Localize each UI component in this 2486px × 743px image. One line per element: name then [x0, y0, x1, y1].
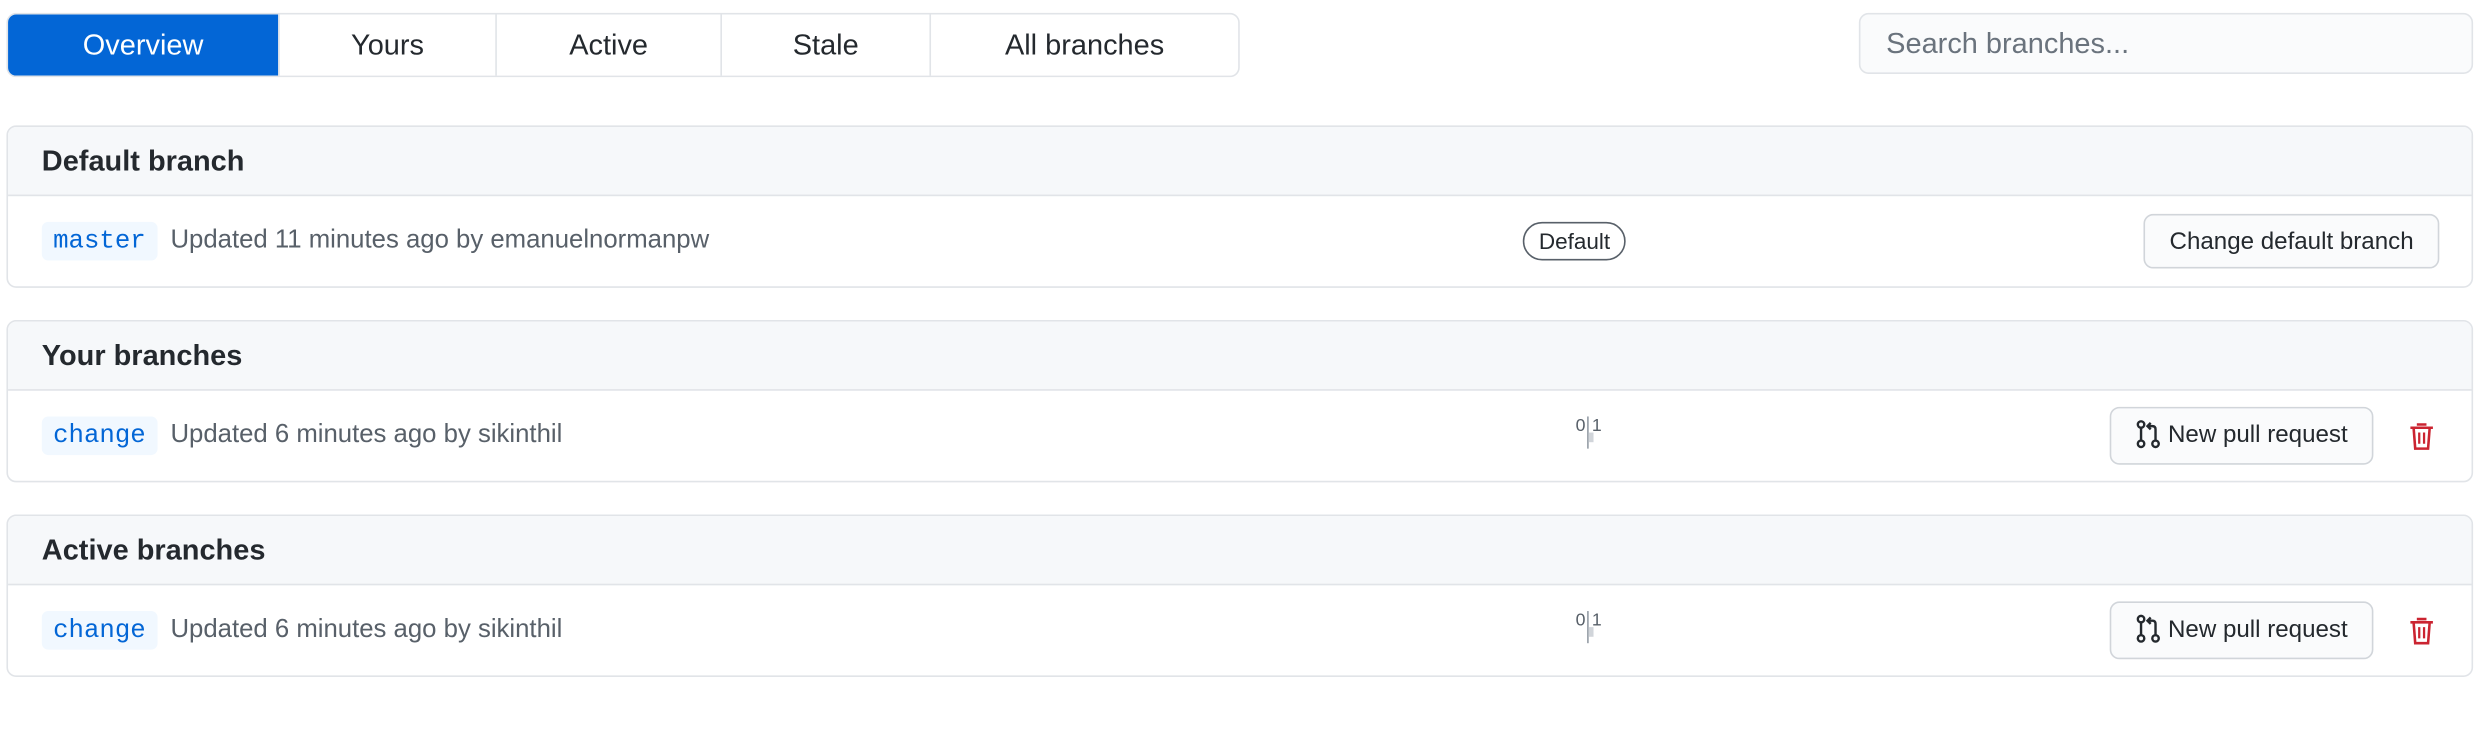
branch-filter-tabs: Overview Yours Active Stale All branches	[6, 12, 1240, 78]
behind-count: 0	[1575, 416, 1586, 436]
tab-yours[interactable]: Yours	[278, 14, 495, 76]
new-pull-request-label: New pull request	[2168, 615, 2348, 644]
ahead-behind-indicator: 0 1	[1557, 416, 1621, 451]
branch-name-link[interactable]: change	[41, 611, 157, 650]
branch-updated-text: Updated 6 minutes ago by sikinthil	[170, 421, 563, 449]
branch-updated-text: Updated 11 minutes ago by emanuelnormanp…	[170, 226, 710, 255]
default-branch-heading: Default branch	[8, 127, 2472, 197]
branch-row: master Updated 11 minutes ago by emanuel…	[8, 196, 2471, 286]
branch-name-link[interactable]: change	[41, 416, 157, 456]
new-pull-request-button[interactable]: New pull request	[2110, 601, 2374, 660]
branches-toolbar: Overview Yours Active Stale All branches	[6, 12, 2474, 78]
your-branches-heading: Your branches	[8, 321, 2472, 391]
tab-overview[interactable]: Overview	[8, 14, 279, 76]
default-badge: Default	[1522, 221, 1627, 261]
branch-row: change Updated 6 minutes ago by sikinthi…	[8, 585, 2471, 675]
tab-stale[interactable]: Stale	[720, 14, 929, 76]
new-pull-request-button[interactable]: New pull request	[2110, 406, 2374, 465]
ahead-count: 1	[1591, 416, 1602, 436]
trash-icon[interactable]	[2406, 614, 2438, 646]
default-branch-box: Default branch master Updated 11 minutes…	[6, 125, 2474, 288]
ahead-behind-indicator: 0 1	[1557, 611, 1621, 646]
branch-name-link[interactable]: master	[41, 221, 157, 261]
pull-request-icon	[2137, 613, 2161, 643]
new-pull-request-label: New pull request	[2168, 421, 2348, 449]
active-branches-box: Active branches change Updated 6 minutes…	[6, 514, 2474, 677]
behind-count: 0	[1575, 611, 1586, 631]
branch-updated-text: Updated 6 minutes ago by sikinthil	[170, 615, 563, 644]
change-default-branch-button[interactable]: Change default branch	[2143, 213, 2440, 269]
branch-row: change Updated 6 minutes ago by sikinthi…	[8, 391, 2471, 481]
tab-active[interactable]: Active	[495, 14, 720, 76]
search-branches-input[interactable]	[1858, 12, 2474, 74]
ahead-count: 1	[1591, 611, 1602, 631]
trash-icon[interactable]	[2406, 420, 2438, 452]
pull-request-icon	[2137, 419, 2161, 448]
branches-page: Overview Yours Active Stale All branches…	[0, 0, 2486, 743]
active-branches-heading: Active branches	[8, 516, 2472, 586]
tab-all-branches[interactable]: All branches	[929, 14, 1238, 76]
your-branches-box: Your branches change Updated 6 minutes a…	[6, 319, 2474, 483]
